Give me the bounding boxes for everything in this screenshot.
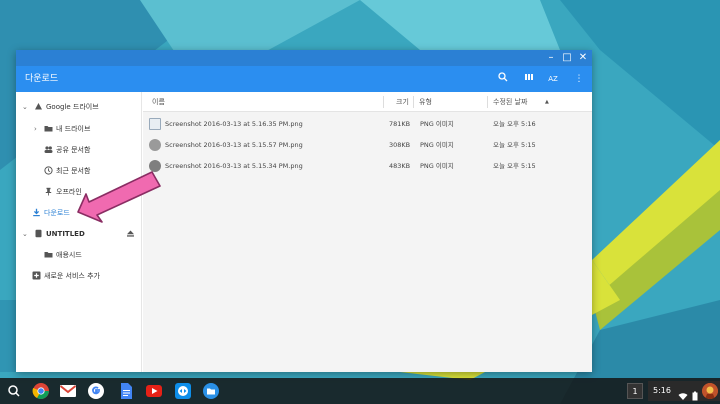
avatar[interactable] bbox=[702, 383, 718, 399]
google-icon[interactable] bbox=[87, 382, 105, 400]
pin-icon bbox=[44, 187, 53, 196]
sort-icon[interactable]: AZ bbox=[546, 72, 560, 86]
chevron-right-icon[interactable]: › bbox=[34, 125, 42, 133]
file-size: 308KB bbox=[389, 141, 411, 149]
sidebar-item-add-service[interactable]: 새로운 서비스 추가 bbox=[16, 266, 142, 286]
pink-arrow-annotation bbox=[77, 171, 161, 223]
file-size: 781KB bbox=[389, 120, 411, 128]
table-header: 이름 크기 유형 수정된 날짜 ▲ bbox=[143, 92, 592, 112]
eject-icon[interactable] bbox=[126, 229, 135, 238]
close-icon[interactable]: ✕ bbox=[576, 51, 590, 65]
column-divider[interactable] bbox=[487, 96, 488, 108]
column-header-type[interactable]: 유형 bbox=[419, 92, 432, 112]
sort-ascending-icon: ▲ bbox=[545, 99, 549, 105]
search-icon[interactable] bbox=[496, 72, 510, 86]
docs-icon[interactable] bbox=[117, 382, 135, 400]
add-icon bbox=[32, 271, 41, 280]
sidebar-item-label: 공유 문서함 bbox=[56, 146, 91, 154]
file-type: PNG 이미지 bbox=[420, 162, 454, 170]
notification-count[interactable]: 1 bbox=[627, 383, 643, 399]
table-row[interactable]: Screenshot 2016-03-13 at 5.16.35 PM.png … bbox=[143, 114, 592, 134]
sidebar-item-label: Google 드라이브 bbox=[46, 103, 99, 111]
sidebar-item-shared[interactable]: 공유 문서함 bbox=[16, 140, 142, 160]
file-type: PNG 이미지 bbox=[420, 120, 454, 128]
drive-icon bbox=[34, 102, 43, 111]
file-name: Screenshot 2016-03-13 at 5.16.35 PM.png bbox=[165, 120, 303, 128]
battery-icon bbox=[691, 386, 699, 404]
column-header-name[interactable]: 이름 bbox=[152, 92, 165, 112]
sidebar-item-my-drive[interactable]: › 내 드라이브 bbox=[16, 119, 142, 139]
shared-icon bbox=[44, 145, 53, 154]
teamviewer-icon[interactable] bbox=[174, 382, 192, 400]
chevron-down-icon[interactable]: ⌄ bbox=[22, 230, 30, 238]
recent-icon bbox=[44, 166, 53, 175]
sidebar-item-google-drive[interactable]: ⌄ Google 드라이브 bbox=[16, 97, 142, 117]
launcher-search-icon[interactable] bbox=[5, 382, 23, 400]
sidebar-item-untitled[interactable]: ⌄ UNTITLED bbox=[16, 224, 142, 244]
wifi-icon bbox=[678, 386, 688, 404]
files-icon[interactable] bbox=[202, 382, 220, 400]
minimize-icon[interactable]: – bbox=[544, 51, 558, 65]
sidebar-item-label: 애용시드 bbox=[56, 251, 82, 259]
table-row[interactable]: Screenshot 2016-03-13 at 5.15.57 PM.png … bbox=[143, 135, 592, 155]
sidebar-item-label: 다운로드 bbox=[44, 209, 70, 217]
image-thumbnail bbox=[149, 118, 161, 130]
file-size: 483KB bbox=[389, 162, 411, 170]
status-tray[interactable]: 5:16 bbox=[648, 381, 720, 401]
clock: 5:16 bbox=[653, 386, 671, 395]
column-divider[interactable] bbox=[413, 96, 414, 108]
chrome-icon[interactable] bbox=[32, 382, 50, 400]
sidebar: ⌄ Google 드라이브 › 내 드라이브 공유 문서함 최근 문서함 오프라… bbox=[16, 92, 142, 372]
folder-icon bbox=[44, 124, 53, 133]
gmail-icon[interactable] bbox=[59, 382, 77, 400]
app-header: 다운로드 AZ ⋮ bbox=[16, 66, 592, 92]
usb-icon bbox=[34, 229, 43, 238]
maximize-icon[interactable]: □ bbox=[560, 51, 574, 65]
column-divider[interactable] bbox=[383, 96, 384, 108]
column-header-modified[interactable]: 수정된 날짜 bbox=[493, 92, 527, 112]
table-row[interactable]: Screenshot 2016-03-13 at 5.15.34 PM.png … bbox=[143, 156, 592, 176]
shelf: 1 5:16 bbox=[0, 378, 720, 404]
image-thumbnail bbox=[149, 139, 161, 151]
file-list: 이름 크기 유형 수정된 날짜 ▲ Screenshot 2016-03-13 … bbox=[143, 92, 592, 372]
download-icon bbox=[32, 208, 41, 217]
folder-icon bbox=[44, 250, 53, 259]
file-modified: 오늘 오후 5:15 bbox=[493, 162, 536, 170]
file-modified: 오늘 오후 5:15 bbox=[493, 141, 536, 149]
file-name: Screenshot 2016-03-13 at 5.15.57 PM.png bbox=[165, 141, 303, 149]
sidebar-item-label: 내 드라이브 bbox=[56, 125, 91, 133]
window-titlebar[interactable]: – □ ✕ bbox=[16, 50, 592, 66]
sidebar-item-folder[interactable]: 애용시드 bbox=[16, 245, 142, 265]
sidebar-item-label: UNTITLED bbox=[46, 230, 85, 238]
sidebar-item-label: 새로운 서비스 추가 bbox=[44, 272, 100, 280]
chevron-down-icon[interactable]: ⌄ bbox=[22, 103, 30, 111]
window-title: 다운로드 bbox=[25, 74, 59, 84]
file-modified: 오늘 오후 5:16 bbox=[493, 120, 536, 128]
youtube-icon[interactable] bbox=[145, 382, 163, 400]
more-icon[interactable]: ⋮ bbox=[572, 72, 586, 86]
file-name: Screenshot 2016-03-13 at 5.15.34 PM.png bbox=[165, 162, 303, 170]
file-type: PNG 이미지 bbox=[420, 141, 454, 149]
column-header-size[interactable]: 크기 bbox=[396, 92, 409, 112]
grid-view-icon[interactable] bbox=[522, 72, 536, 86]
